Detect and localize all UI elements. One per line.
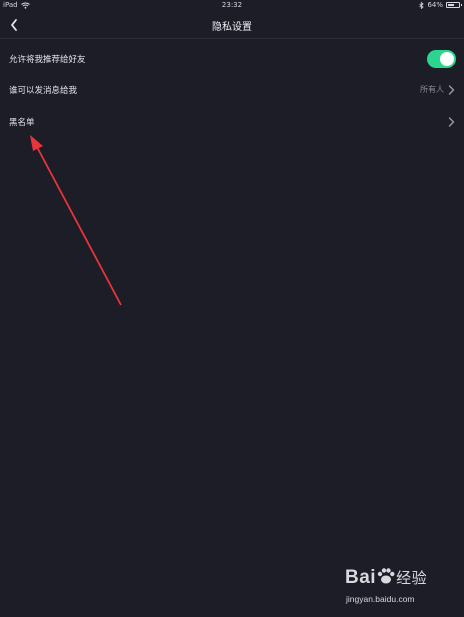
- baidu-jingyan-watermark: Bai 经验 jingyan.baidu.com: [345, 560, 460, 610]
- watermark-brand-suffix: 经验: [396, 570, 428, 587]
- recommend-label: 允许将我推荐给好友: [9, 55, 86, 65]
- who-can-message-label: 谁可以发消息给我: [9, 86, 78, 96]
- recommend-toggle[interactable]: [427, 50, 456, 68]
- bluetooth-icon: [419, 1, 425, 9]
- blacklist-label: 黑名单: [9, 118, 35, 128]
- nav-bar: 隐私设置: [0, 12, 464, 39]
- setting-row-recommend: 允许将我推荐给好友: [0, 45, 464, 73]
- setting-row-who-can-message[interactable]: 谁可以发消息给我 所有人: [0, 76, 464, 104]
- battery-icon: [446, 2, 462, 8]
- page-title: 隐私设置: [212, 22, 252, 33]
- status-time: 23:32: [221, 1, 243, 9]
- battery-percent: 64%: [427, 1, 443, 9]
- setting-row-blacklist[interactable]: 黑名单: [0, 108, 464, 136]
- watermark-logo: Bai 经验: [345, 566, 427, 589]
- chevron-right-icon: [448, 85, 455, 95]
- battery-fill: [448, 4, 454, 6]
- who-can-message-value: 所有人: [420, 85, 444, 94]
- chevron-right-icon: [448, 117, 455, 127]
- toggle-knob: [440, 52, 454, 66]
- status-right: 64%: [419, 1, 462, 9]
- status-bar: iPad 23:32 64%: [0, 0, 464, 12]
- paw-icon: [377, 568, 395, 584]
- watermark-brand: Bai: [345, 567, 377, 588]
- watermark-url: jingyan.baidu.com: [346, 594, 415, 604]
